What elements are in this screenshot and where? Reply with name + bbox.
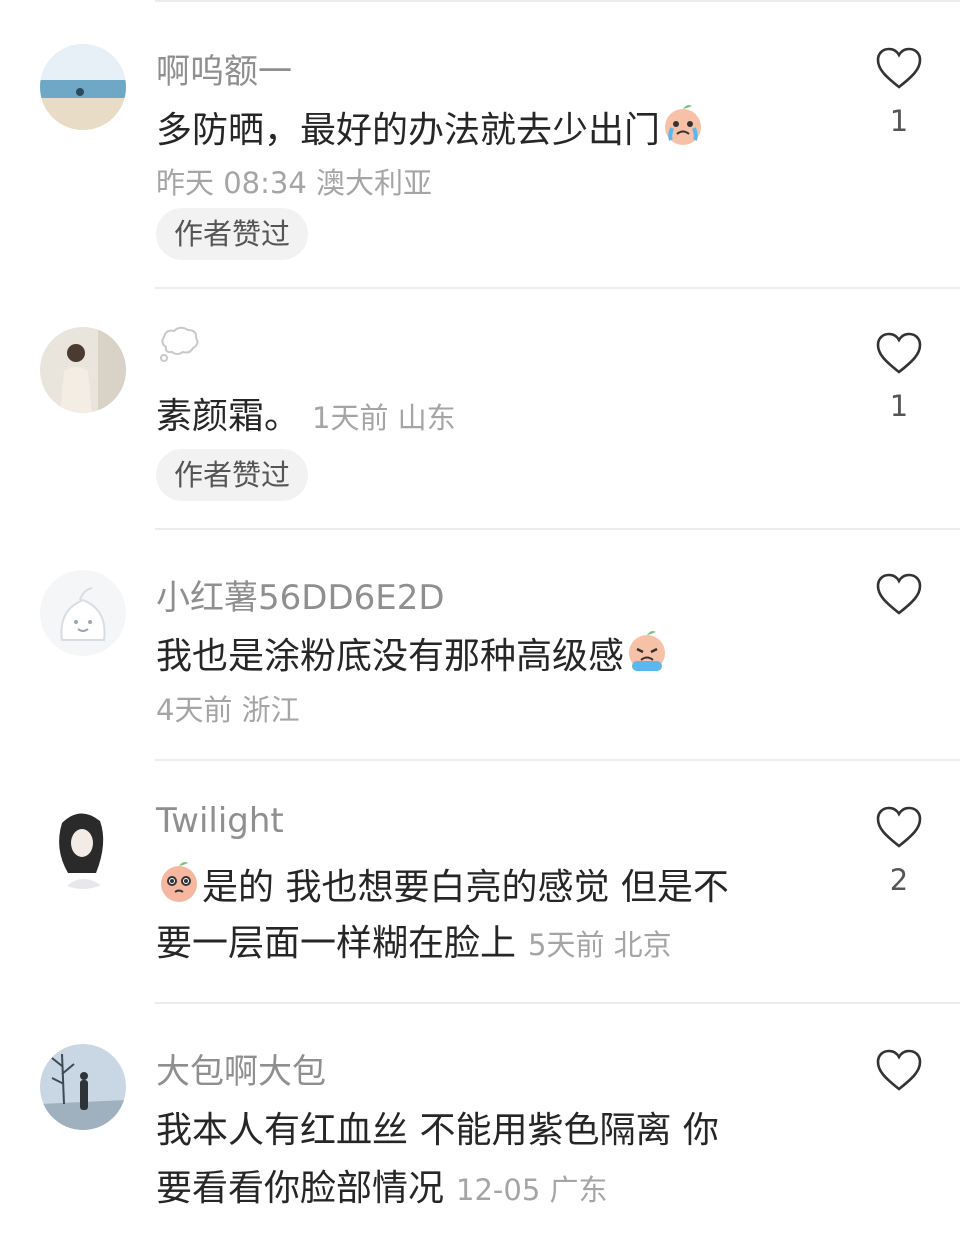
like-count: 2	[889, 863, 909, 897]
avatar[interactable]	[40, 327, 126, 413]
comment-author[interactable]: 啊呜额一	[156, 44, 292, 93]
author-liked-badge: 作者赞过	[156, 449, 309, 501]
author-liked-badge: 作者赞过	[156, 208, 309, 260]
person-avatar-icon	[40, 327, 126, 413]
comment-meta: 昨天 08:34 澳大利亚	[156, 166, 433, 200]
crying-face-emoji-icon	[660, 102, 706, 148]
comment-meta: 4天前 浙江	[156, 693, 300, 727]
comment-text: 我也是涂粉底没有那种高级感	[156, 628, 670, 684]
comment-meta: 1天前 山东	[312, 401, 456, 435]
heart-icon	[876, 573, 922, 615]
comment-author[interactable]: Twilight	[156, 801, 284, 841]
comment-text: 我本人有红血丝 不能用紫色隔离 你	[156, 1104, 719, 1158]
comment-text-body: 我也是涂粉底没有那种高级感	[156, 636, 625, 677]
comment-item: 大包啊大包 我本人有红血丝 不能用紫色隔离 你 要看看你脸部情况 12-05 广东	[0, 1004, 960, 1234]
default-avatar-icon	[40, 570, 126, 656]
thought-bubble-icon	[160, 326, 199, 362]
heart-icon	[876, 806, 922, 848]
comment-author[interactable]: 大包啊大包	[156, 1044, 326, 1093]
like-button[interactable]	[874, 572, 924, 630]
comment-text: 是的 我也想要白亮的感觉 但是不	[156, 859, 729, 915]
like-count: 1	[889, 389, 909, 423]
comment-text-line-1: 是的 我也想要白亮的感觉 但是不	[202, 867, 729, 908]
comment-text: 素颜霜。 1天前 山东	[156, 390, 456, 445]
heart-icon	[876, 1049, 922, 1091]
avatar[interactable]	[40, 803, 126, 889]
beach-avatar-icon	[40, 44, 126, 130]
comment-text-body: 多防晒，最好的办法就去少出门	[156, 110, 661, 151]
avatar[interactable]	[40, 570, 126, 656]
like-button[interactable]: 1	[874, 331, 924, 423]
like-button[interactable]: 1	[874, 46, 924, 138]
comment-text: 多防晒，最好的办法就去少出门	[156, 102, 706, 158]
comment-item: 小红薯56DD6E2D 我也是涂粉底没有那种高级感 4天前 浙江	[0, 530, 960, 760]
comment-text-line-2: 要看看你脸部情况	[156, 1168, 445, 1209]
avatar[interactable]	[40, 1044, 126, 1130]
illustrated-person-avatar-icon	[40, 803, 126, 889]
heart-icon	[876, 47, 922, 89]
comment-item: Twilight 是的 我也想要白亮的感觉 但是不 要一层面一样糊在脸上 5天前 …	[0, 761, 960, 1003]
comment-item: 素颜霜。 1天前 山东 作者赞过 1	[0, 289, 960, 529]
avatar[interactable]	[40, 44, 126, 130]
like-button[interactable]: 2	[874, 805, 924, 897]
comment-item: 啊呜额一 多防晒，最好的办法就去少出门 昨天 08:34 澳大利亚 作者赞过 1	[0, 0, 960, 288]
comment-text-body: 素颜霜。	[156, 396, 301, 437]
like-count: 1	[889, 104, 909, 138]
comment-text: 要看看你脸部情况 12-05 广东	[156, 1162, 608, 1217]
crying-face-emoji-icon	[624, 628, 670, 674]
winter-scene-avatar-icon	[40, 1044, 126, 1130]
heart-icon	[876, 332, 922, 374]
comment-text-line-2: 要一层面一样糊在脸上	[156, 923, 517, 964]
comment-author[interactable]	[156, 325, 200, 372]
like-button[interactable]	[874, 1048, 924, 1106]
pleading-face-emoji-icon	[156, 859, 202, 905]
comment-author[interactable]: 小红薯56DD6E2D	[156, 570, 445, 619]
comment-text: 要一层面一样糊在脸上 5天前 北京	[156, 917, 672, 972]
comment-text-line-1: 我本人有红血丝 不能用紫色隔离 你	[156, 1110, 719, 1151]
comment-meta: 5天前 北京	[528, 928, 672, 962]
comment-meta: 12-05 广东	[456, 1173, 608, 1207]
